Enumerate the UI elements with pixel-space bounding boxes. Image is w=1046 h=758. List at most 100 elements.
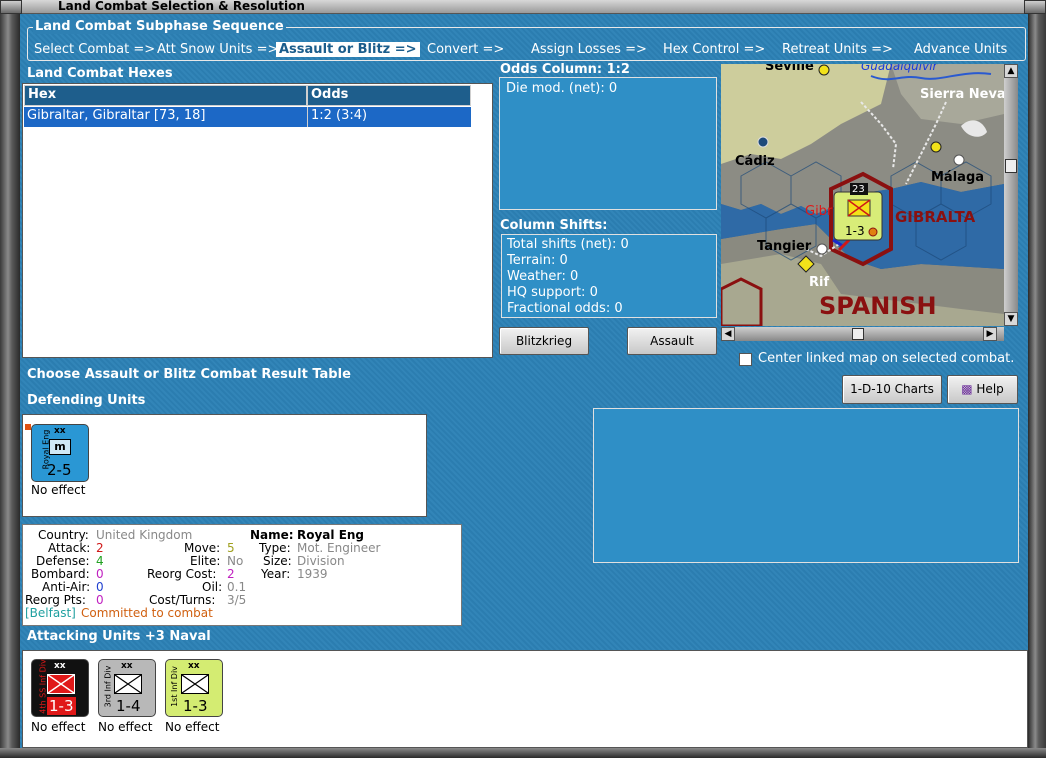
- name-key: Name:: [250, 528, 294, 542]
- col-header-hex[interactable]: Hex: [24, 85, 307, 106]
- hex-row[interactable]: Gibraltar, Gibraltar [73, 18] 1:2 (3:4): [24, 107, 471, 127]
- shift-fractional-odds: Fractional odds: 0: [507, 301, 623, 316]
- odds-cell: 1:2 (3:4): [307, 107, 471, 127]
- map-vertical-scrollbar[interactable]: ▲ ▼: [1004, 64, 1018, 326]
- center-map-checkbox[interactable]: [739, 353, 752, 366]
- col-header-odds[interactable]: Odds: [307, 85, 471, 106]
- attacking-units-label: Attacking Units +3 Naval: [27, 629, 211, 644]
- hex-list[interactable]: Hex Odds Gibraltar, Gibraltar [73, 18] 1…: [22, 83, 493, 358]
- attacking-unit-counter[interactable]: xx 1st Inf Div 1-3: [165, 659, 223, 717]
- scroll-up-arrow-icon[interactable]: ▲: [1004, 64, 1018, 78]
- window-frame-right: [1028, 0, 1046, 758]
- map-stack-count: 23: [852, 184, 865, 195]
- defending-units-panel: xx Royal Eng m 2-5 No effect: [22, 414, 427, 517]
- size-value: Division: [297, 554, 345, 568]
- map-label-gibraltar-large: GIBRALTA: [895, 208, 976, 226]
- attacking-unit-result: No effect: [98, 720, 153, 734]
- type-value: Mot. Engineer: [297, 541, 381, 555]
- unit-strength: 1-3: [47, 697, 76, 715]
- unit-side-label: 3rd Inf Div: [103, 665, 113, 708]
- crt-choose-label: Choose Assault or Blitz Combat Result Ta…: [27, 367, 351, 382]
- attacking-unit-counter[interactable]: xx 3rd Inf Div 1-4: [98, 659, 156, 717]
- unit-strength: 1-4: [116, 697, 141, 715]
- step-convert: Convert =>: [427, 42, 505, 57]
- name-value: Royal Eng: [297, 528, 365, 542]
- unit-size-label: xx: [121, 661, 133, 671]
- window-title[interactable]: Land Combat Selection & Resolution: [0, 0, 1046, 14]
- die-mod-text: Die mod. (net): 0: [506, 81, 618, 96]
- unit-location: [Belfast]: [25, 606, 76, 620]
- charts-button[interactable]: 1-D-10 Charts: [842, 375, 942, 404]
- defending-unit-counter[interactable]: xx Royal Eng m 2-5: [31, 424, 89, 482]
- scroll-left-arrow-icon[interactable]: ◀: [721, 327, 735, 341]
- map-label-rif: Rif: [809, 275, 829, 290]
- horizontal-scroll-thumb[interactable]: [852, 328, 864, 340]
- attacking-unit-counter[interactable]: xx 4th SS Inf Div 1-3: [31, 659, 89, 717]
- assault-button[interactable]: Assault: [627, 327, 717, 355]
- vertical-scroll-thumb[interactable]: [1005, 159, 1017, 173]
- infantry-symbol-icon: [181, 674, 209, 694]
- oil-value: 0.1: [227, 580, 247, 594]
- map-label-guadalquivir: Guadalquivir: [861, 64, 939, 73]
- map-horizontal-scrollbar[interactable]: ◀ ▶: [721, 327, 1004, 341]
- unit-size-label: xx: [54, 661, 66, 671]
- unit-status: Committed to combat: [81, 606, 213, 620]
- attacking-unit-result: No effect: [31, 720, 86, 734]
- size-key: Size:: [263, 554, 292, 568]
- cost-turns-value: 3/5: [227, 593, 247, 607]
- hex-cell: Gibraltar, Gibraltar [73, 18]: [24, 107, 307, 127]
- map-label-seville: Seville: [765, 64, 814, 74]
- unit-info-panel: Country: United Kingdom Attack: 2 Defens…: [22, 524, 462, 626]
- window-frame-bottom: [0, 748, 1046, 758]
- reorg-cost-value: 2: [227, 567, 235, 581]
- scroll-right-arrow-icon[interactable]: ▶: [983, 327, 997, 341]
- map-unit-stack[interactable]: 23 1-3: [833, 183, 883, 241]
- antiair-key: Anti-Air:: [42, 580, 91, 594]
- bombard-value: 0: [96, 567, 104, 581]
- shift-terrain: Terrain: 0: [507, 253, 568, 268]
- combat-results-panel: [593, 408, 1019, 563]
- oil-key: Oil:: [202, 580, 223, 594]
- step-att-snow-units: Att Snow Units =>: [157, 42, 279, 57]
- map-label-malaga: Málaga: [931, 170, 984, 185]
- map-graphic: Seville Guadalquivir Sierra Neva Cádiz M…: [721, 64, 1004, 326]
- help-button[interactable]: ▩ Help: [947, 375, 1018, 404]
- defending-units-label: Defending Units: [27, 393, 146, 408]
- center-map-label: Center linked map on selected combat.: [758, 351, 1015, 366]
- defense-key: Defense:: [36, 554, 90, 568]
- step-select-combat: Select Combat =>: [34, 42, 156, 57]
- window-frame-left: [0, 0, 20, 758]
- move-value: 5: [227, 541, 235, 555]
- step-hex-control: Hex Control =>: [663, 42, 766, 57]
- type-key: Type:: [259, 541, 291, 555]
- odds-panel: Die mod. (net): 0: [499, 77, 717, 210]
- map-label-cadiz: Cádiz: [735, 154, 775, 169]
- help-book-icon: ▩: [961, 382, 973, 396]
- elite-value: No: [227, 554, 244, 568]
- step-retreat-units: Retreat Units =>: [782, 42, 893, 57]
- year-value: 1939: [297, 567, 328, 581]
- step-assault-or-blitz: Assault or Blitz =>: [276, 42, 420, 57]
- unit-strength: 1-3: [183, 697, 208, 715]
- map-label-gibraltar-small: Gibr: [805, 204, 833, 219]
- map-stack-strength: 1-3: [845, 224, 865, 238]
- country-value: United Kingdom: [96, 528, 193, 542]
- window-corner-right[interactable]: [1024, 0, 1046, 14]
- window-corner-left[interactable]: [0, 0, 22, 14]
- help-button-label: Help: [976, 382, 1004, 396]
- unit-size-label: xx: [188, 661, 200, 671]
- scroll-down-arrow-icon[interactable]: ▼: [1004, 312, 1018, 326]
- defending-unit-result: No effect: [31, 483, 86, 497]
- shift-weather: Weather: 0: [507, 269, 579, 284]
- column-shifts-label: Column Shifts:: [500, 218, 608, 233]
- attack-key: Attack:: [48, 541, 91, 555]
- move-key: Move:: [184, 541, 221, 555]
- linked-map[interactable]: Seville Guadalquivir Sierra Neva Cádiz M…: [721, 64, 1004, 326]
- blitzkrieg-button[interactable]: Blitzkrieg: [499, 327, 589, 355]
- unit-size-label: xx: [54, 426, 66, 436]
- reorg-cost-key: Reorg Cost:: [147, 567, 217, 581]
- infantry-symbol-icon: [47, 674, 75, 694]
- land-combat-hexes-label: Land Combat Hexes: [27, 66, 173, 81]
- step-advance-units: Advance Units: [914, 42, 1008, 57]
- defense-value: 4: [96, 554, 104, 568]
